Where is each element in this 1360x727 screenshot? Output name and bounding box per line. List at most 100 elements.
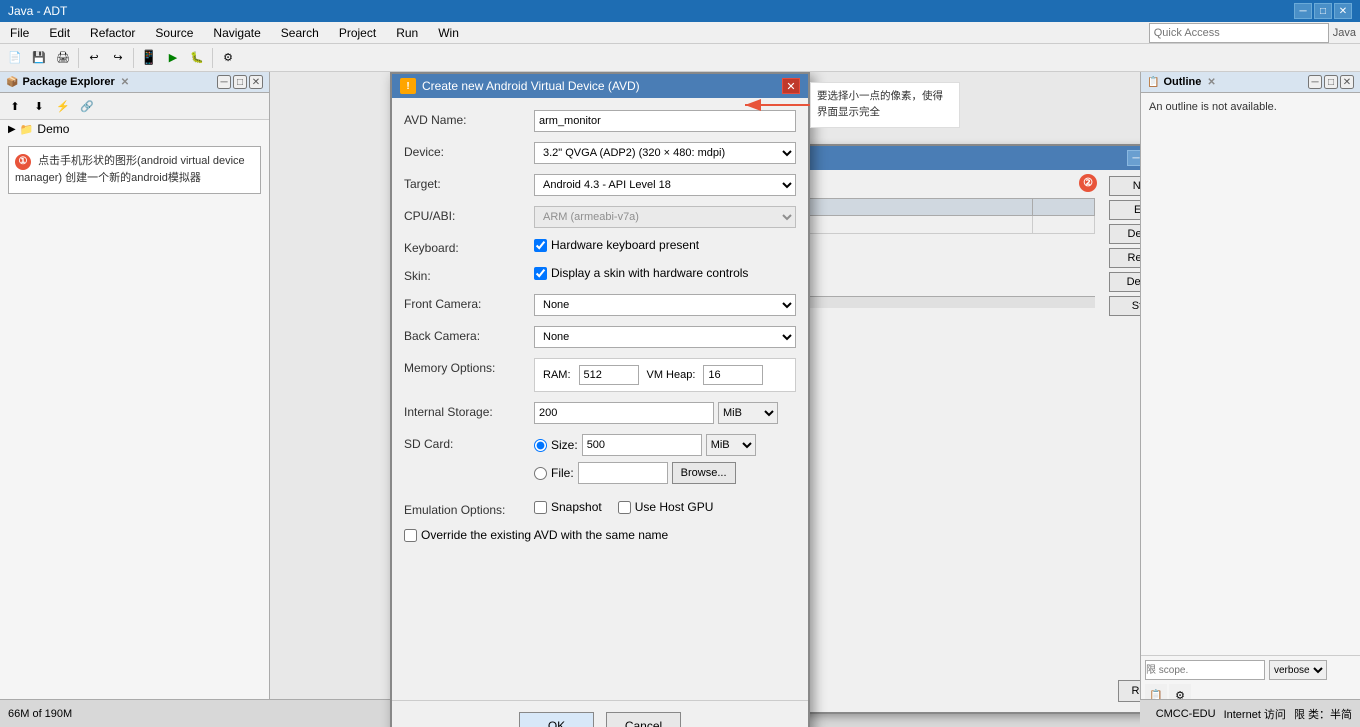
use-host-gpu-checkbox[interactable] [618,501,631,514]
details-avd-button[interactable]: Details... [1109,272,1140,292]
target-control: Android 4.3 - API Level 18 [534,174,796,196]
back-camera-select[interactable]: None [534,326,796,348]
toolbar-btn-undo[interactable]: ↩ [83,47,105,69]
keyboard-checkbox-row: Hardware keyboard present [534,238,796,252]
menu-project[interactable]: Project [333,24,382,42]
front-camera-select[interactable]: None [534,294,796,316]
sdcard-box: Size: MiB GiB File: [534,434,796,484]
start-avd-button[interactable]: Start... [1109,296,1140,316]
demo-label: Demo [37,122,69,136]
sdcard-file-input[interactable] [578,462,668,484]
avd-btn-panel: New... Edit... Delete... Repair... Detai… [1103,170,1140,712]
menu-search[interactable]: Search [275,24,325,42]
internal-storage-input[interactable] [534,402,714,424]
edit-avd-button[interactable]: Edit... [1109,200,1140,220]
annotation-arrow-svg [735,90,815,120]
quick-access-box: Java [1149,23,1356,43]
repair-avd-button[interactable]: Repair... [1109,248,1140,268]
sdcard-unit-select[interactable]: MiB GiB [706,434,756,456]
keyboard-checkbox-label: Hardware keyboard present [551,238,699,252]
network-status2: Internet 访问 [1224,706,1286,722]
panel-maximize-btn[interactable]: □ [233,75,247,89]
menu-source[interactable]: Source [149,24,199,42]
cancel-button[interactable]: Cancel [606,712,681,727]
use-host-gpu-row: Use Host GPU [618,500,714,514]
menu-run[interactable]: Run [390,24,424,42]
input-hint: 限 类：半简 [1294,706,1352,722]
avd-minimize-btn[interactable]: ─ [1127,150,1140,166]
override-checkbox[interactable] [404,529,417,542]
vmheap-input[interactable] [703,365,763,385]
maximize-button[interactable]: □ [1314,3,1332,19]
ram-label: RAM: [543,369,571,381]
new-avd-button[interactable]: New... [1109,176,1140,196]
outline-panel: 📋 Outline ✕ ─ □ ✕ An outline is not avai… [1140,72,1360,727]
storage-row: MiB GiB [534,402,796,424]
refresh-button[interactable]: Refresh [1118,680,1140,702]
pe-btn-1[interactable]: ⬆ [4,95,26,117]
snapshot-label: Snapshot [551,500,602,514]
close-button[interactable]: ✕ [1334,3,1352,19]
ram-input[interactable] [579,365,639,385]
internal-storage-row: Internal Storage: MiB GiB [404,402,796,424]
outline-message-text: An outline is not available. [1149,101,1277,113]
skin-checkbox[interactable] [534,267,547,280]
internal-storage-unit-select[interactable]: MiB GiB [718,402,778,424]
quick-access-input[interactable] [1149,23,1329,43]
toolbar-btn-settings[interactable]: ⚙ [217,47,239,69]
snapshot-checkbox[interactable] [534,501,547,514]
demo-tree-item[interactable]: ▶ 📁 Demo [0,120,269,138]
menu-edit[interactable]: Edit [43,24,76,42]
menu-file[interactable]: File [4,24,35,42]
sdcard-size-input[interactable] [582,434,702,456]
annotation1-box: ① 点击手机形状的图形(android virtual device manag… [8,146,261,194]
annotation2-number: ② [1079,174,1097,192]
cpu-label: CPU/ABI: [404,206,534,223]
toolbar-btn-new[interactable]: 📄 [4,47,26,69]
menu-bar: File Edit Refactor Source Navigate Searc… [0,22,1360,44]
menu-navigate[interactable]: Navigate [207,24,266,42]
vmheap-label: VM Heap: [647,369,696,381]
device-select[interactable]: 3.2" QVGA (ADP2) (320 × 480: mdpi) [534,142,796,164]
ok-button[interactable]: OK [519,712,594,727]
keyboard-checkbox[interactable] [534,239,547,252]
front-camera-row: Front Camera: None [404,294,796,316]
toolbar-btn-avd[interactable]: 📱 [138,47,160,69]
outline-verbose-select[interactable]: verbose [1269,660,1327,680]
title-bar-controls: ─ □ ✕ [1294,3,1352,19]
cpu-select[interactable]: ARM (armeabi-v7a) [534,206,796,228]
minimize-button[interactable]: ─ [1294,3,1312,19]
skin-control: Display a skin with hardware controls [534,266,796,284]
target-select[interactable]: Android 4.3 - API Level 18 [534,174,796,196]
toolbar-btn-save[interactable]: 💾 [28,47,50,69]
toolbar-btn-print[interactable]: 🖨 [52,47,74,69]
sdcard-file-radio[interactable] [534,467,547,480]
pe-btn-2[interactable]: ⬇ [28,95,50,117]
menu-win[interactable]: Win [432,24,465,42]
toolbar-btn-run[interactable]: ▶ [162,47,184,69]
dialog-title-text: Create new Android Virtual Device (AVD) [422,79,776,93]
avd-row-1-col2 [1032,216,1094,234]
sdcard-size-row: Size: MiB GiB [534,434,796,456]
pe-btn-4[interactable]: 🔗 [76,95,98,117]
toolbar-btn-debug[interactable]: 🐛 [186,47,208,69]
toolbar-btn-redo[interactable]: ↪ [107,47,129,69]
pe-toolbar: ⬆ ⬇ ⚡ 🔗 [0,93,269,120]
browse-button[interactable]: Browse... [672,462,736,484]
panel-minimize-btn[interactable]: ─ [217,75,231,89]
pe-btn-3[interactable]: ⚡ [52,95,74,117]
dialog-body: AVD Name: Device: 3.2" QVGA (ADP2) (320 … [392,98,808,700]
sdcard-size-radio[interactable] [534,439,547,452]
delete-avd-button[interactable]: Delete... [1109,224,1140,244]
outline-search-input[interactable] [1145,660,1265,680]
sdcard-size-label: Size: [551,438,578,452]
back-camera-label: Back Camera: [404,326,534,343]
outline-close-btn[interactable]: ✕ [1340,75,1354,89]
outline-minimize-btn[interactable]: ─ [1308,75,1322,89]
package-explorer-title: Package Explorer [22,76,114,88]
memory-status: 66M of 190M [8,708,72,720]
menu-refactor[interactable]: Refactor [84,24,141,42]
outline-maximize-btn[interactable]: □ [1324,75,1338,89]
panel-close-btn[interactable]: ✕ [249,75,263,89]
toolbar-sep-2 [133,48,134,68]
